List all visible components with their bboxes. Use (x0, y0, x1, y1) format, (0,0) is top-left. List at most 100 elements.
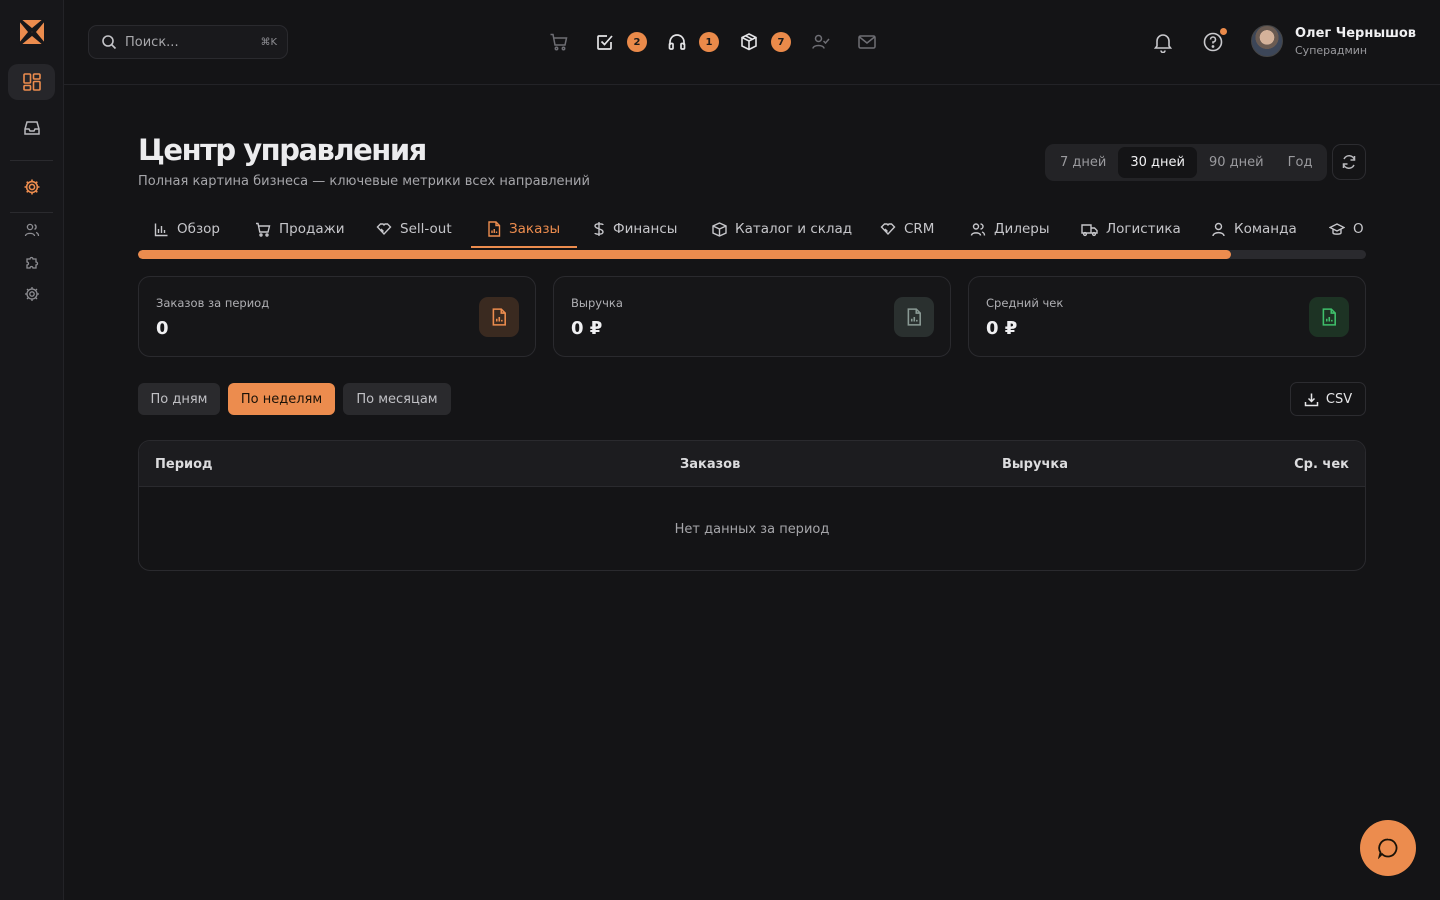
search-input[interactable] (125, 34, 245, 50)
bell-icon (1152, 31, 1174, 53)
tab-catalog-stock[interactable]: Каталог и склад (712, 210, 852, 248)
bar-chart-icon (154, 223, 168, 236)
user-role: Суперадмин (1295, 43, 1368, 57)
header-user-check-button[interactable] (809, 30, 833, 54)
graduation-cap-icon (1329, 222, 1345, 235)
header-packages-button[interactable] (737, 30, 761, 54)
puzzle-icon (24, 254, 40, 270)
tab-label: Заказы (509, 221, 561, 237)
tab-label: Sell-out (400, 221, 452, 237)
tab-orders[interactable]: Заказы (487, 210, 560, 248)
tab-label: Продажи (279, 221, 345, 237)
users-icon (24, 222, 40, 238)
sidebar-divider (10, 160, 53, 161)
search-box[interactable]: ⌘K (88, 25, 288, 59)
kpi-label: Выручка (571, 296, 623, 310)
period-7-days[interactable]: 7 дней (1048, 147, 1118, 178)
group-by-months-button[interactable]: По месяцам (343, 383, 451, 415)
kpi-card-revenue: Выручка 0 ₽ (553, 276, 951, 357)
sidebar-item-dashboard[interactable] (8, 64, 55, 100)
header-cart-button[interactable] (547, 30, 571, 54)
header-support-button[interactable] (665, 30, 689, 54)
period-selector: 7 дней 30 дней 90 дней Год (1045, 144, 1328, 181)
chat-button[interactable] (1360, 820, 1416, 876)
search-icon (101, 34, 117, 50)
sidebar-item-settings[interactable] (8, 169, 55, 205)
brand-logo[interactable] (19, 19, 45, 45)
csv-export-button[interactable]: CSV (1290, 382, 1366, 416)
empty-state: Нет данных за период (674, 522, 830, 537)
refresh-button[interactable] (1332, 144, 1366, 180)
period-90-days[interactable]: 90 дней (1197, 147, 1276, 178)
sidebar-item-system[interactable] (22, 284, 42, 304)
kpi-value: 0 ₽ (986, 318, 1018, 339)
kpi-icon-box (1309, 297, 1349, 337)
group-by-days-button[interactable]: По дням (138, 383, 220, 415)
avatar[interactable] (1251, 25, 1283, 57)
sidebar-item-users[interactable] (22, 220, 42, 240)
sidebar (0, 0, 64, 900)
document-chart-icon (492, 308, 506, 326)
headphones-icon (667, 32, 687, 52)
download-icon (1304, 393, 1319, 406)
users-icon (970, 222, 986, 236)
handshake-icon (376, 222, 392, 235)
column-average-check[interactable]: Ср. чек (1294, 441, 1349, 487)
cog-icon (24, 286, 40, 302)
kpi-card-average-check: Средний чек 0 ₽ (968, 276, 1366, 357)
tab-label: О (1353, 221, 1364, 237)
handshake-icon (880, 222, 896, 235)
group-by-weeks-button[interactable]: По неделям (228, 383, 335, 415)
tab-logistics[interactable]: Логистика (1081, 210, 1181, 248)
chat-bubble-icon (1377, 838, 1398, 859)
search-shortcut: ⌘K (260, 36, 277, 48)
tab-label: Логистика (1106, 221, 1181, 237)
cart-icon (256, 222, 271, 237)
page-subtitle: Полная картина бизнеса — ключевые метрик… (138, 174, 590, 189)
top-header: ⌘K 2 1 7 (64, 0, 1440, 85)
tab-label: Каталог и склад (735, 221, 853, 237)
settings-gear-icon (23, 178, 41, 196)
tab-label: Финансы (613, 221, 678, 237)
cart-icon (549, 32, 569, 52)
tab-crm[interactable]: CRM (880, 210, 934, 248)
period-30-days[interactable]: 30 дней (1118, 147, 1197, 178)
tab-team[interactable]: Команда (1211, 210, 1297, 248)
sidebar-item-inbox[interactable] (8, 110, 55, 146)
user-profile[interactable]: Олег Чернышов Суперадмин (1251, 25, 1416, 57)
kpi-label: Заказов за период (156, 296, 270, 310)
truck-icon (1081, 223, 1098, 236)
tab-sales[interactable]: Продажи (255, 210, 345, 248)
tab-finance[interactable]: Финансы (593, 210, 677, 248)
tab-sell-out[interactable]: Sell-out (376, 210, 452, 248)
tasks-badge: 2 (627, 32, 647, 52)
kpi-icon-box (894, 297, 934, 337)
tab-education[interactable]: О (1329, 210, 1364, 248)
header-mail-button[interactable] (855, 30, 879, 54)
document-chart-icon (488, 221, 501, 237)
csv-label: CSV (1325, 391, 1353, 407)
column-period[interactable]: Период (155, 441, 213, 487)
kpi-card-orders: Заказов за период 0 (138, 276, 536, 357)
kpi-icon-box (479, 297, 519, 337)
tab-dealers[interactable]: Дилеры (970, 210, 1049, 248)
tabs-scrollbar-thumb[interactable] (138, 250, 1231, 259)
column-revenue[interactable]: Выручка (1002, 441, 1068, 487)
tab-label: Дилеры (994, 221, 1050, 237)
help-notification-dot (1220, 28, 1227, 35)
period-year[interactable]: Год (1276, 147, 1325, 178)
tab-label: Команда (1234, 221, 1297, 237)
tab-overview[interactable]: Обзор (154, 210, 220, 248)
active-tab-indicator (471, 246, 577, 248)
refresh-icon (1341, 154, 1357, 170)
tab-label: Обзор (177, 221, 220, 237)
kpi-value: 0 (156, 318, 169, 339)
column-orders[interactable]: Заказов (680, 441, 740, 487)
task-check-icon (595, 32, 615, 52)
header-tasks-button[interactable] (593, 30, 617, 54)
sidebar-item-integrations[interactable] (22, 252, 42, 272)
notifications-button[interactable] (1151, 30, 1175, 54)
document-chart-icon (1322, 308, 1336, 326)
user-check-icon (811, 32, 831, 52)
tabs-scrollbar[interactable] (138, 250, 1366, 259)
